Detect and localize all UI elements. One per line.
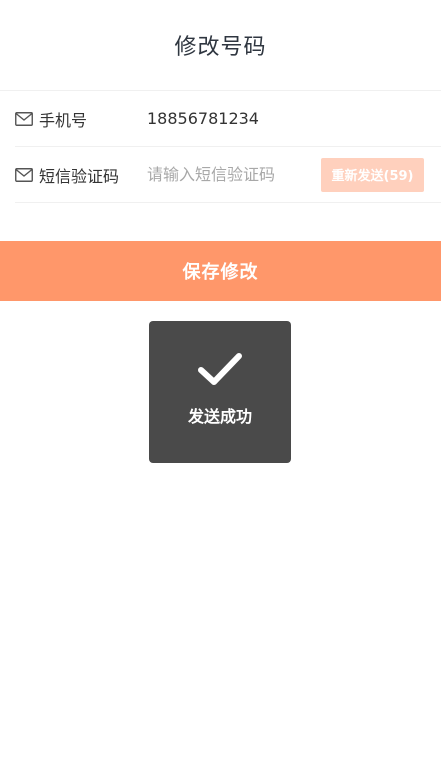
sms-code-row: 短信验证码 重新发送(59) xyxy=(15,147,441,203)
change-phone-page: 修改号码 手机号 18856781234 短信验证码 重新发送(5 xyxy=(0,0,441,778)
phone-label: 手机号 xyxy=(39,110,88,130)
mail-icon xyxy=(15,111,33,127)
resend-code-button[interactable]: 重新发送(59) xyxy=(321,157,424,192)
sms-code-label: 短信验证码 xyxy=(39,166,120,186)
page-header: 修改号码 xyxy=(0,0,441,91)
sms-code-label-group: 短信验证码 xyxy=(15,163,147,187)
sms-code-input[interactable] xyxy=(147,165,307,184)
phone-value: 18856781234 xyxy=(147,109,259,128)
save-button[interactable]: 保存修改 xyxy=(0,241,441,301)
toast-message: 发送成功 xyxy=(187,407,252,426)
phone-row: 手机号 18856781234 xyxy=(15,91,441,147)
page-title: 修改号码 xyxy=(174,35,267,60)
mail-icon xyxy=(15,167,33,183)
phone-label-group: 手机号 xyxy=(15,107,147,131)
check-icon xyxy=(198,353,242,385)
success-toast: 发送成功 xyxy=(149,321,291,463)
